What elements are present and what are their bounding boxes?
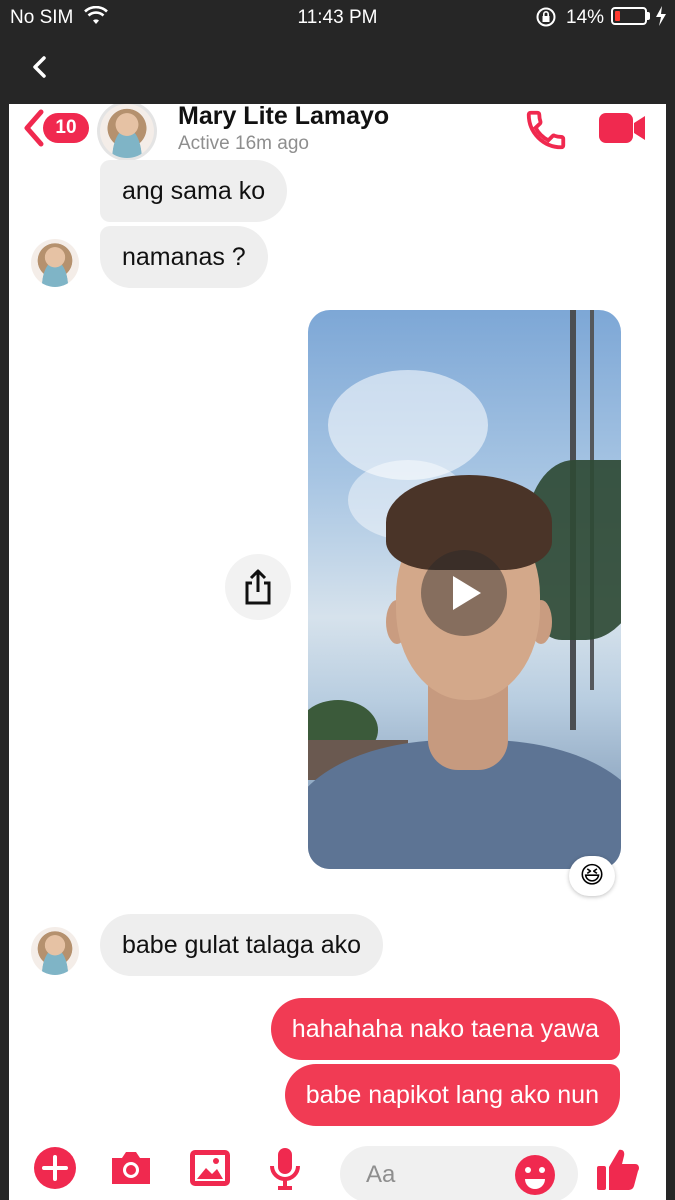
incoming-message[interactable]: babe gulat talaga ako <box>100 914 384 976</box>
thumbs-up-icon[interactable] <box>595 1146 641 1197</box>
contact-avatar[interactable] <box>100 104 154 158</box>
outgoing-message[interactable]: babe napikot lang ako nun <box>284 1064 620 1126</box>
outgoing-message[interactable]: hahahaha nako taena yawa <box>270 998 620 1060</box>
ios-status-bar: No SIM 11:43 PM 14% <box>0 0 675 36</box>
messenger-screenshot: 10 Mary Lite Lamayo Active 16m ago ang s… <box>9 104 666 1200</box>
incoming-message[interactable]: ang sama ko <box>100 160 288 222</box>
incoming-message[interactable]: namanas ? <box>100 226 268 288</box>
play-icon <box>453 576 481 610</box>
battery-percent: 14% <box>566 7 605 28</box>
play-button[interactable] <box>421 550 507 636</box>
unread-badge: 10 <box>43 113 89 143</box>
contact-status: Active 16m ago <box>178 133 309 154</box>
chat-header: 10 Mary Lite Lamayo Active 16m ago <box>9 104 666 160</box>
back-chevron-icon[interactable] <box>28 52 52 87</box>
back-chevron-icon <box>24 109 44 147</box>
sender-avatar <box>31 927 79 975</box>
back-button[interactable]: 10 <box>21 106 91 150</box>
image-icon[interactable] <box>188 1146 232 1195</box>
video-camera-icon[interactable] <box>597 111 647 150</box>
contact-name[interactable]: Mary Lite Lamayo <box>178 104 389 131</box>
battery-icon <box>611 7 647 25</box>
video-message[interactable] <box>308 310 621 869</box>
plus-icon[interactable] <box>33 1146 77 1195</box>
phone-icon[interactable] <box>523 107 569 158</box>
microphone-icon[interactable] <box>269 1146 301 1197</box>
composer-bar <box>9 1132 666 1200</box>
emoji-icon[interactable] <box>514 1154 556 1200</box>
reaction-badge[interactable]: 😆 <box>569 856 615 896</box>
share-icon <box>245 569 271 605</box>
share-button[interactable] <box>225 554 291 620</box>
message-input[interactable] <box>364 1146 508 1200</box>
camera-icon[interactable] <box>108 1146 154 1195</box>
rotation-lock-icon <box>535 6 557 34</box>
message-input-box[interactable] <box>340 1146 578 1200</box>
charging-bolt-icon <box>655 6 667 32</box>
sender-avatar <box>31 239 79 287</box>
